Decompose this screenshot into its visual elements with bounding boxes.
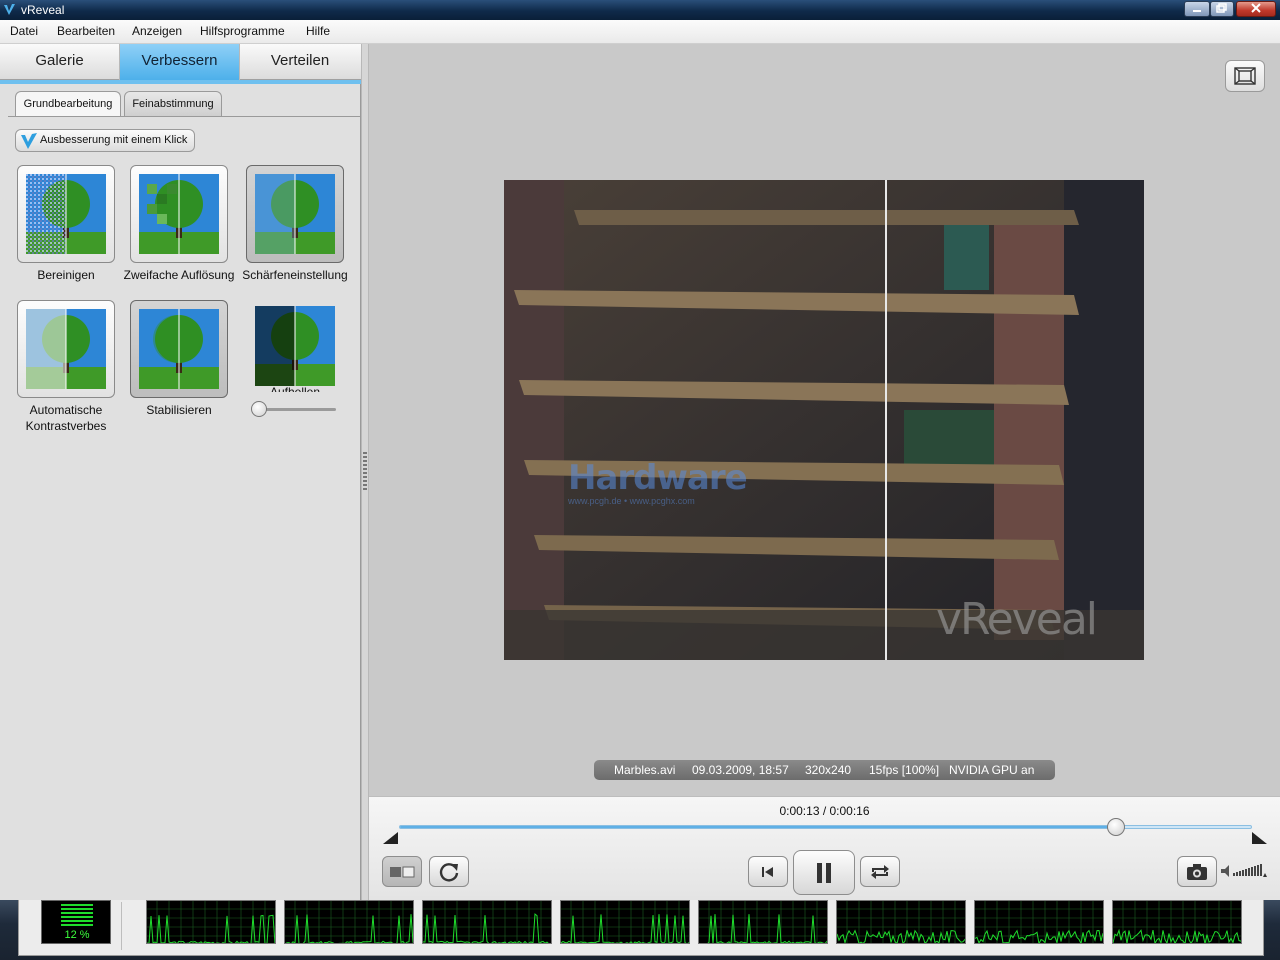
cpu-usage-meter: 12 % [41, 900, 111, 944]
split-view-icon [390, 866, 415, 877]
preview-area: Hardware www.pcgh.de • www.pcghx.com vRe… [369, 44, 1280, 796]
video-scene-icon [504, 180, 1144, 660]
video-frame[interactable]: Hardware www.pcgh.de • www.pcghx.com vRe… [504, 180, 1144, 660]
menu-bearbeiten[interactable]: Bearbeiten [57, 24, 115, 38]
menu-anzeigen[interactable]: Anzeigen [132, 24, 182, 38]
panel-splitter[interactable] [361, 44, 369, 900]
cpu-core-graph [1112, 900, 1242, 944]
info-fps: 15fps [100%] [869, 763, 940, 777]
title-bar: vReveal [0, 0, 1280, 20]
effect-label: Schärfeneinstellung [242, 268, 348, 282]
cpu-core-graph [422, 900, 552, 944]
effect-label: Aufhellen [269, 385, 321, 392]
effect-frame [17, 300, 115, 398]
window-title: vReveal [21, 3, 65, 17]
menu-datei[interactable]: Datei [10, 24, 38, 38]
tab-gallery[interactable]: Galerie [0, 44, 120, 80]
rotate-icon [439, 862, 459, 882]
info-date: 09.03.2009, 18:57 [692, 763, 789, 777]
effect-brighten[interactable]: Aufhellen [246, 300, 344, 392]
info-file: Marbles.avi [614, 763, 676, 777]
tab-underline [0, 80, 361, 84]
cpu-core-graph [146, 900, 276, 944]
effect-label: Stabilisieren [146, 403, 212, 417]
info-resolution: 320x240 [805, 763, 852, 777]
loop-button[interactable] [860, 856, 900, 887]
menu-bar: Datei Bearbeiten Anzeigen Hilfsprogramme… [0, 20, 1280, 44]
close-icon [1251, 3, 1261, 13]
brighten-slider-handle[interactable] [251, 401, 267, 417]
checkmark-icon [21, 133, 37, 149]
cpu-core-graph [698, 900, 828, 944]
cpu-core-graph [974, 900, 1104, 944]
snapshot-button[interactable] [1177, 856, 1217, 887]
effect-frame [130, 165, 228, 263]
tab-share[interactable]: Verteilen [240, 44, 360, 80]
tree-thumbnail-icon [139, 309, 219, 389]
cpu-monitor-panel: 12 % [18, 900, 1264, 956]
close-button[interactable] [1236, 1, 1276, 17]
cpu-core-graph [836, 900, 966, 944]
effect-frame [17, 165, 115, 263]
watermark-url: www.pcgh.de • www.pcghx.com [568, 496, 695, 506]
seek-progress [400, 826, 1117, 828]
playback-controls: 0:00:13 / 0:00:16 [369, 796, 1280, 900]
watermark-brand: Hardware [568, 458, 748, 498]
time-readout: 0:00:13 / 0:00:16 [779, 804, 870, 818]
seek-handle[interactable] [1107, 818, 1125, 836]
restore-icon [1216, 3, 1227, 13]
subtab-fine-tuning[interactable]: Feinabstimmung [124, 91, 222, 117]
splitter-grip-icon [363, 452, 367, 492]
split-view-button[interactable] [382, 856, 422, 887]
brighten-slider[interactable] [256, 408, 336, 411]
subtab-divider [8, 116, 360, 117]
tree-thumbnail-icon [26, 174, 106, 254]
skip-back-icon [762, 866, 773, 877]
watermark-logo: vReveal [936, 594, 1098, 645]
pause-icon [817, 862, 831, 883]
cpu-monitor-strip: 12 % [0, 900, 1280, 960]
volume-icon[interactable] [1221, 859, 1269, 883]
menu-hilfsprogramme[interactable]: Hilfsprogramme [200, 24, 285, 38]
cpu-core-graph [284, 900, 414, 944]
rotate-button[interactable] [429, 856, 469, 887]
one-click-fix-label: Ausbesserung mit einem Klick [40, 134, 188, 146]
minimize-button[interactable] [1184, 1, 1210, 17]
menu-hilfe[interactable]: Hilfe [306, 24, 330, 38]
effect-label: Zweifache Auflösung [123, 268, 235, 282]
effect-frame [246, 165, 344, 263]
loop-icon [871, 864, 889, 879]
pause-button[interactable] [793, 850, 855, 895]
restore-button[interactable] [1210, 1, 1234, 17]
previous-button[interactable] [748, 856, 788, 887]
effect-frame [130, 300, 228, 398]
cpu-separator [121, 902, 122, 950]
tree-thumbnail-icon [255, 306, 335, 386]
file-info-bar: Marbles.avi 09.03.2009, 18:57 320x240 15… [594, 760, 1055, 780]
vreveal-logo-icon [4, 4, 15, 15]
trim-start-handle[interactable] [383, 832, 398, 844]
info-gpu: NVIDIA GPU an [949, 763, 1035, 777]
effect-label: Bereinigen [37, 268, 95, 282]
cpu-usage-text: 12 % [64, 929, 90, 941]
cpu-core-graph [560, 900, 690, 944]
minimize-icon [1193, 10, 1201, 12]
effect-label: Automatische Kontrastverbes [25, 403, 107, 433]
camera-icon [1187, 863, 1207, 880]
subtab-basic[interactable]: Grundbearbeitung [15, 91, 121, 117]
main-tabs: Galerie Verbessern Verteilen [0, 44, 361, 80]
left-panel: Galerie Verbessern Verteilen Grundbearbe… [0, 44, 361, 900]
split-divider-line[interactable] [885, 180, 887, 660]
trim-end-handle[interactable] [1252, 832, 1267, 844]
tree-thumbnail-icon [26, 309, 106, 389]
fullscreen-icon [1234, 67, 1256, 85]
tree-thumbnail-icon [255, 174, 335, 254]
one-click-fix-button[interactable]: Ausbesserung mit einem Klick [15, 129, 195, 152]
cpu-level-bars [61, 904, 93, 926]
fullscreen-button[interactable] [1225, 60, 1265, 92]
tab-enhance[interactable]: Verbessern [120, 44, 240, 80]
tree-thumbnail-icon [139, 174, 219, 254]
